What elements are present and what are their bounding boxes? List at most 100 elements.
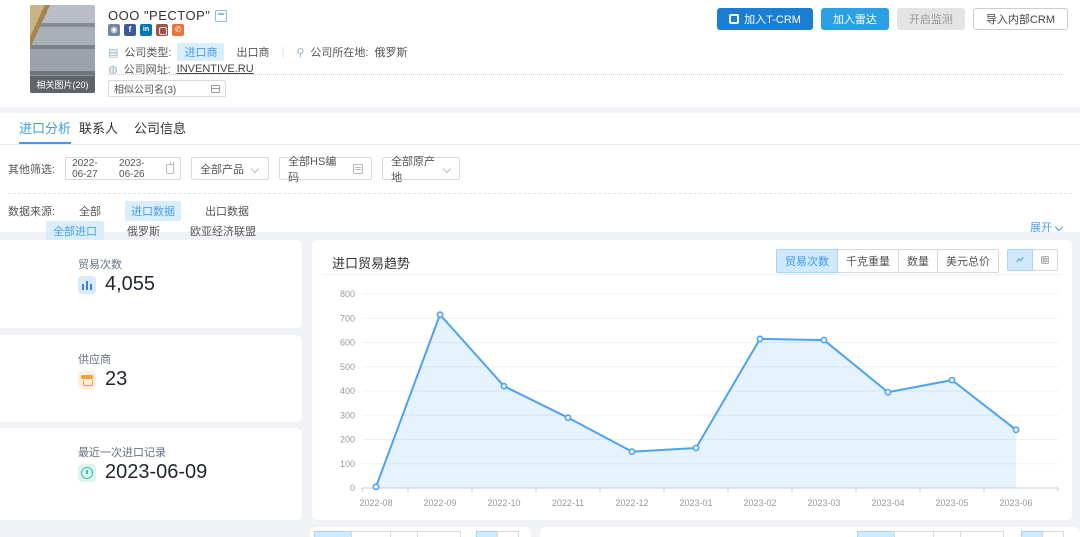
crm-icon	[729, 14, 739, 24]
source-option-export[interactable]: 出口数据	[199, 201, 255, 221]
location-label: 公司所在地:	[310, 44, 368, 60]
hs-box-icon	[353, 164, 363, 174]
trend-chart-svg: 01002003004005006007008002022-082022-092…	[320, 280, 1064, 514]
company-type-row: ▤ 公司类型: 进口商 出口商 | ⚲ 公司所在地: 俄罗斯	[108, 43, 407, 61]
stat-value: 4,055	[105, 273, 155, 296]
exporter-tag[interactable]: 出口商	[236, 44, 269, 60]
svg-text:400: 400	[340, 386, 355, 396]
source-option-import[interactable]: 进口数据	[125, 201, 181, 221]
bottom-left-segment[interactable]	[315, 531, 461, 537]
company-name-row: OOO "PECTOP"	[108, 8, 227, 23]
svg-text:300: 300	[340, 410, 355, 420]
expand-toggle[interactable]: 展开	[1030, 219, 1064, 235]
metric-trade-count[interactable]: 贸易次数	[776, 249, 838, 273]
stat-value: 2023-06-09	[105, 461, 207, 484]
company-header: 相关图片(20) OOO "PECTOP" f in ✆ ▤ 公司类型: 进口商…	[0, 0, 1080, 107]
window-icon	[211, 85, 220, 93]
svg-text:500: 500	[340, 362, 355, 372]
source-option-all[interactable]: 全部	[73, 201, 107, 221]
dotted-separator	[108, 74, 1064, 75]
svg-text:200: 200	[340, 435, 355, 445]
importer-tag[interactable]: 进口商	[177, 43, 224, 61]
tab-import-analysis[interactable]: 进口分析	[19, 113, 71, 144]
svg-text:2022-12: 2022-12	[615, 498, 648, 508]
similar-company-dropdown[interactable]: 相似公司名(3)	[108, 80, 226, 97]
similar-company-label: 相似公司名(3)	[114, 81, 176, 96]
chevron-down-icon	[1056, 223, 1064, 231]
metric-usd-total[interactable]: 美元总价	[937, 249, 999, 273]
bar-chart-icon	[78, 276, 96, 294]
location-icon: ⚲	[296, 46, 304, 59]
chart-divider	[322, 274, 1062, 275]
translate-icon[interactable]	[215, 10, 227, 22]
tab-bar: 进口分析 联系人 公司信息	[0, 113, 1080, 145]
origin-select[interactable]: 全部原产地	[382, 157, 460, 180]
svg-text:2023-01: 2023-01	[679, 498, 712, 508]
bottom-left-view-toggle[interactable]	[477, 531, 519, 537]
svg-text:2022-09: 2022-09	[423, 498, 456, 508]
instagram-icon[interactable]	[156, 24, 168, 36]
svg-text:2022-11: 2022-11	[552, 498, 584, 508]
hs-code-select[interactable]: 全部HS编码	[279, 157, 372, 180]
filter-row: 其他筛选: 2022-06-27 2023-06-26 全部产品 全部HS编码 …	[8, 157, 460, 180]
view-toggle-segment	[1007, 249, 1058, 273]
stat-label: 供应商	[78, 351, 111, 367]
data-source-row: 数据来源: 全部 进口数据 出口数据	[8, 201, 255, 221]
other-filter-label: 其他筛选:	[8, 161, 55, 177]
svg-text:100: 100	[340, 459, 355, 469]
company-type-label: 公司类型:	[124, 44, 171, 60]
import-crm-button[interactable]: 导入内部CRM	[973, 8, 1068, 30]
metric-quantity[interactable]: 数量	[898, 249, 938, 273]
shop-icon	[78, 371, 96, 389]
metric-kg-weight[interactable]: 千克重量	[837, 249, 899, 273]
stat-label: 贸易次数	[78, 256, 122, 272]
chevron-down-icon	[252, 165, 260, 173]
line-chart-icon[interactable]	[1007, 249, 1033, 271]
trend-chart[interactable]: 01002003004005006007008002022-082022-092…	[320, 280, 1064, 519]
data-source-label: 数据来源:	[8, 203, 55, 219]
add-tcrm-button[interactable]: 加入T-CRM	[717, 8, 813, 30]
header-actions: 加入T-CRM 加入雷达 开启监测 导入内部CRM	[717, 8, 1068, 30]
date-start: 2022-06-27	[72, 158, 111, 180]
scope-russia[interactable]: 俄罗斯	[120, 221, 167, 241]
company-photo[interactable]: 相关图片(20)	[30, 5, 95, 93]
add-radar-button[interactable]: 加入雷达	[821, 8, 889, 30]
phone-icon[interactable]: ✆	[172, 24, 184, 36]
date-end: 2023-06-26	[119, 158, 158, 180]
bottom-left-card	[310, 527, 531, 537]
stat-card-last-import: 最近一次进口记录 2023-06-09	[0, 428, 302, 520]
bottom-right-card	[540, 527, 1080, 537]
start-monitor-button[interactable]: 开启监测	[897, 8, 965, 30]
stat-label: 最近一次进口记录	[78, 444, 166, 460]
table-icon[interactable]	[1032, 249, 1058, 271]
svg-text:0: 0	[350, 483, 355, 493]
date-range-picker[interactable]: 2022-06-27 2023-06-26	[65, 157, 181, 180]
location-value: 俄罗斯	[374, 44, 407, 60]
company-name: OOO "PECTOP"	[108, 8, 210, 23]
import-trend-card: 进口贸易趋势 贸易次数 千克重量 数量 美元总价 0 100 200 300 400 50…	[312, 240, 1072, 520]
tab-contacts[interactable]: 联系人	[79, 113, 118, 144]
stat-card-trade-count: 贸易次数 4,055	[0, 240, 302, 328]
scope-eaeu[interactable]: 欧亚经济联盟	[183, 221, 263, 241]
metric-segment: 贸易次数 千克重量 数量 美元总价	[776, 249, 999, 273]
website-social-icon[interactable]	[108, 24, 120, 36]
dashed-separator	[8, 193, 1072, 194]
facebook-icon[interactable]: f	[124, 24, 136, 36]
scope-all-import[interactable]: 全部进口	[46, 221, 104, 241]
svg-text:700: 700	[340, 313, 355, 323]
svg-text:2023-05: 2023-05	[935, 498, 968, 508]
bottom-right-segment[interactable]	[858, 531, 1004, 537]
divider: |	[275, 46, 290, 58]
svg-text:2023-02: 2023-02	[743, 498, 776, 508]
building-icon: ▤	[108, 46, 118, 59]
svg-text:2023-06: 2023-06	[999, 498, 1032, 508]
svg-text:2023-03: 2023-03	[807, 498, 840, 508]
bottom-right-view-toggle[interactable]	[1022, 531, 1064, 537]
stat-card-suppliers: 供应商 23	[0, 335, 302, 422]
linkedin-icon[interactable]: in	[140, 24, 152, 36]
chart-title: 进口贸易趋势	[332, 253, 410, 272]
svg-text:2022-08: 2022-08	[359, 498, 392, 508]
product-select[interactable]: 全部产品	[191, 157, 269, 180]
tab-company-info[interactable]: 公司信息	[134, 113, 186, 144]
social-links: f in ✆	[108, 24, 184, 36]
